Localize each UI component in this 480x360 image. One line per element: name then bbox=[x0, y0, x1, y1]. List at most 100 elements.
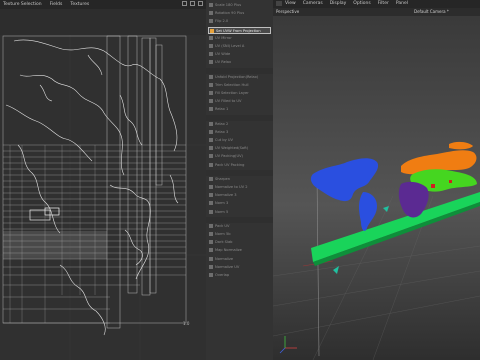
close-icon[interactable] bbox=[198, 1, 203, 6]
uv-command-item[interactable]: Pack UV bbox=[208, 223, 271, 230]
command-label: Dark Slab bbox=[215, 240, 233, 245]
uv-editor-pane: Texture Selection Fields Textures 1.0 bbox=[0, 0, 206, 360]
uv-command-item[interactable]: Scale 180 Plus bbox=[208, 2, 271, 9]
command-label: Normalize 3 bbox=[215, 193, 237, 198]
menu-texture-selection[interactable]: Texture Selection bbox=[3, 0, 42, 9]
uv-command-item[interactable]: Sharpen bbox=[208, 176, 271, 183]
menu-filter[interactable]: Filter bbox=[378, 0, 389, 8]
command-label: Norm 5 bbox=[215, 209, 229, 214]
viewport-pane: View Cameras Display Options Filter Pane… bbox=[273, 0, 480, 360]
uv-command-item[interactable]: UV Packing(UV) bbox=[208, 153, 271, 160]
command-label: Fill Selection Layer bbox=[215, 91, 249, 95]
uv-command-item[interactable]: Relax 3 bbox=[208, 129, 271, 136]
command-label: UV Wide bbox=[215, 52, 231, 57]
command-icon bbox=[209, 19, 213, 24]
uv-command-item[interactable]: Norm 5b bbox=[208, 231, 271, 238]
lock-icon[interactable] bbox=[182, 1, 187, 6]
command-icon bbox=[209, 201, 213, 206]
command-label: UV Relax bbox=[215, 60, 232, 65]
viewport-canvas[interactable] bbox=[273, 16, 480, 360]
command-icon bbox=[209, 154, 213, 159]
command-label: UV Weighted(Soft) bbox=[215, 146, 249, 151]
command-label: Relax 2 bbox=[215, 121, 229, 126]
command-icon bbox=[210, 28, 214, 33]
menu-options[interactable]: Options bbox=[353, 0, 370, 8]
command-label: UV Packing(UV) bbox=[215, 154, 243, 159]
uv-command-item[interactable]: Pack UV Packing bbox=[208, 162, 271, 169]
command-label: Pack UV bbox=[215, 223, 230, 228]
uv-command-item[interactable]: Normalize UV bbox=[208, 264, 271, 271]
command-icon bbox=[209, 264, 213, 269]
uv-command-item[interactable]: Norm 5 bbox=[208, 209, 271, 216]
uv-command-item[interactable]: Trim Selection Hull bbox=[208, 82, 271, 89]
uv-command-item[interactable]: UV (SNI) Level A bbox=[208, 43, 271, 50]
command-label: Unfold Projection(Relax) bbox=[215, 74, 259, 79]
command-label: UV (SNI) Level A bbox=[215, 44, 245, 48]
uv-command-item[interactable]: Norm 3 bbox=[208, 200, 271, 207]
command-label: Scale 180 Plus bbox=[215, 3, 242, 7]
command-label: Normalize bbox=[215, 256, 234, 261]
command-icon bbox=[209, 99, 213, 104]
uv-command-item[interactable]: UV Wide bbox=[208, 51, 271, 58]
uv-command-item[interactable]: Cut by UV bbox=[208, 137, 271, 144]
uv-command-item[interactable]: Fill Selection Layer bbox=[208, 90, 271, 97]
uv-command-item[interactable]: Rotation 90 Plus bbox=[208, 10, 271, 17]
uv-command-item[interactable]: Normalize to UV 2 bbox=[208, 184, 271, 191]
uv-command-item[interactable]: Dark Slab bbox=[208, 239, 271, 246]
expand-icon[interactable] bbox=[190, 1, 195, 6]
uv-command-item[interactable]: Relax 2 bbox=[208, 121, 271, 128]
menu-textures[interactable]: Textures bbox=[70, 0, 89, 9]
uv-command-item[interactable]: UV Mirror bbox=[208, 35, 271, 42]
command-icon bbox=[209, 273, 213, 277]
command-icon bbox=[209, 129, 213, 134]
command-label: Set UVW From Projection bbox=[216, 28, 261, 33]
uv-header-icons bbox=[182, 1, 203, 6]
command-icon bbox=[209, 11, 213, 16]
command-label: Rotation 90 Plus bbox=[215, 11, 245, 16]
uv-command-item[interactable]: Flip 2.0 bbox=[208, 18, 271, 25]
viewport-menu-bar: View Cameras Display Options Filter Pane… bbox=[273, 0, 480, 8]
uv-mesh-wireframe: 1.0 bbox=[0, 35, 206, 360]
command-label: Norm 5b bbox=[215, 232, 231, 236]
uv-command-item[interactable]: Set UVW From Projection bbox=[208, 26, 271, 34]
viewport-scene bbox=[273, 16, 480, 360]
command-icon bbox=[209, 107, 213, 112]
menu-fields[interactable]: Fields bbox=[50, 0, 63, 9]
command-icon bbox=[209, 223, 213, 228]
command-label: Relax 3 bbox=[215, 129, 229, 134]
uv-command-item[interactable]: Map Normalize bbox=[208, 247, 271, 254]
uv-command-item[interactable]: Normalize 3 bbox=[208, 192, 271, 199]
uv-menu-bar: Texture Selection Fields Textures bbox=[0, 0, 206, 9]
uv-menu: Texture Selection Fields Textures bbox=[0, 0, 89, 9]
command-icon bbox=[209, 121, 213, 126]
command-icon bbox=[209, 44, 213, 48]
uv-toolbar bbox=[0, 9, 206, 36]
projection-label: Perspective bbox=[276, 9, 300, 14]
menu-panel[interactable]: Panel bbox=[396, 0, 408, 8]
command-icon bbox=[209, 91, 213, 95]
command-label: Normalize to UV 2 bbox=[215, 185, 248, 189]
command-icon bbox=[209, 256, 213, 261]
uv-canvas[interactable]: 1.0 bbox=[0, 35, 206, 360]
menu-display[interactable]: Display bbox=[330, 0, 347, 8]
command-icon bbox=[209, 35, 213, 40]
viewport-tools-icon[interactable] bbox=[276, 1, 282, 6]
command-icon bbox=[209, 162, 213, 167]
command-icon bbox=[209, 193, 213, 198]
uv-command-item[interactable]: Unfold Projection(Relax) bbox=[208, 74, 271, 81]
menu-cameras[interactable]: Cameras bbox=[303, 0, 323, 8]
camera-label[interactable]: Default Camera * bbox=[414, 8, 449, 16]
uv-command-item[interactable]: Overlap bbox=[208, 272, 271, 279]
uv-command-item[interactable]: UV Weighted(Soft) bbox=[208, 145, 271, 152]
uv-command-item[interactable]: Normalize bbox=[208, 256, 271, 263]
uv-command-item[interactable]: Relax 1 bbox=[208, 106, 271, 113]
menu-view[interactable]: View bbox=[285, 0, 296, 8]
command-icon bbox=[209, 185, 213, 189]
command-label: Trim Selection Hull bbox=[215, 82, 249, 87]
command-icon bbox=[209, 248, 213, 253]
uv-command-item[interactable]: UV Filled to UV bbox=[208, 98, 271, 105]
command-label: Norm 3 bbox=[215, 201, 229, 206]
command-icon bbox=[209, 146, 213, 151]
command-icon bbox=[209, 232, 213, 236]
uv-command-item[interactable]: UV Relax bbox=[208, 59, 271, 66]
